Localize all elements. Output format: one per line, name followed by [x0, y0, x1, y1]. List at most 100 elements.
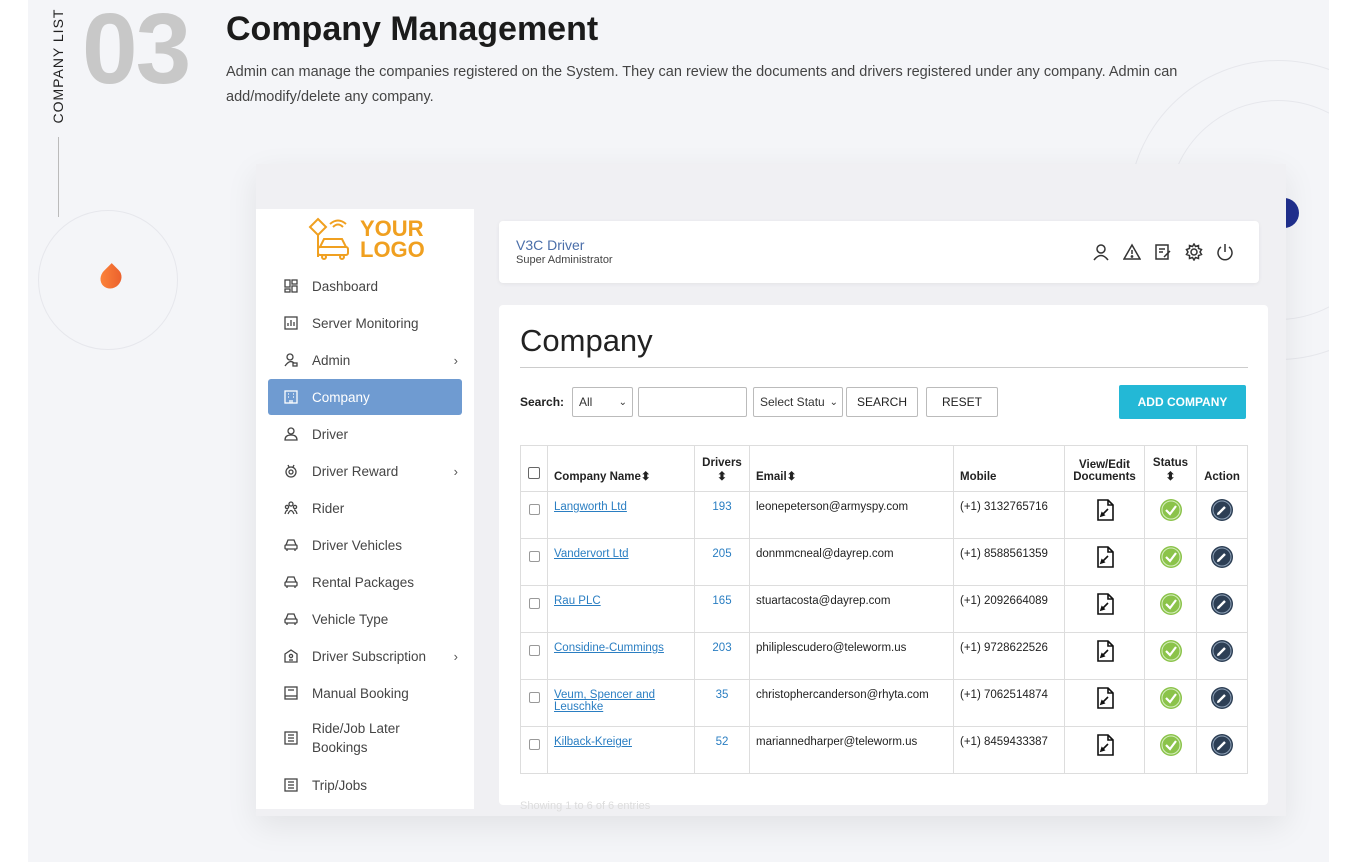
header-drivers[interactable]: Drivers ⬍ — [694, 445, 750, 492]
top-header: V3C Driver Super Administrator — [499, 221, 1259, 283]
section-number: 03 — [82, 0, 191, 105]
table-footer: Showing 1 to 6 of 6 entries — [520, 800, 651, 812]
company-link[interactable]: Langworth Ltd — [554, 501, 627, 513]
drivers-count-link[interactable]: 193 — [712, 501, 731, 513]
check-circle-icon[interactable] — [1159, 639, 1183, 663]
document-edit-icon[interactable] — [1093, 686, 1117, 710]
row-checkbox[interactable] — [528, 551, 540, 562]
status-select[interactable]: Select Statu ⌄ — [753, 387, 843, 417]
action-cell — [1196, 726, 1248, 774]
drivers-count-link[interactable]: 165 — [712, 595, 731, 607]
document-edit-icon[interactable] — [1093, 545, 1117, 569]
profile-icon[interactable] — [1092, 243, 1110, 261]
add-company-button[interactable]: ADD COMPANY — [1119, 385, 1246, 419]
sidebar-item-rental-packages[interactable]: Rental Packages — [268, 564, 462, 600]
row-checkbox[interactable] — [528, 739, 540, 750]
documents-cell — [1064, 585, 1145, 633]
search-button[interactable]: SEARCH — [846, 387, 918, 417]
action-cell — [1196, 491, 1248, 539]
company-cell: Vandervort Ltd — [547, 538, 695, 586]
edit-pencil-icon[interactable] — [1210, 592, 1234, 616]
edit-pencil-icon[interactable] — [1210, 545, 1234, 569]
check-circle-icon[interactable] — [1159, 686, 1183, 710]
car-icon — [284, 612, 298, 626]
row-checkbox[interactable] — [528, 504, 540, 515]
user-role: Super Administrator — [516, 254, 613, 266]
select-all-checkbox[interactable] — [528, 467, 540, 479]
settings-icon[interactable] — [1185, 243, 1203, 261]
page: COMPANY LIST 03 Company Management Admin… — [0, 0, 1359, 862]
sidebar-item-admin[interactable]: Admin › — [268, 342, 462, 378]
select-all-cell — [520, 445, 548, 492]
sidebar-item-driver-vehicles[interactable]: Driver Vehicles — [268, 527, 462, 563]
check-circle-icon[interactable] — [1159, 592, 1183, 616]
check-circle-icon[interactable] — [1159, 733, 1183, 757]
document-edit-icon[interactable] — [1093, 592, 1117, 616]
document-edit-icon[interactable] — [1093, 639, 1117, 663]
row-checkbox[interactable] — [528, 692, 540, 703]
sidebar-item-company[interactable]: Company — [268, 379, 462, 415]
check-circle-icon[interactable] — [1159, 498, 1183, 522]
header-email[interactable]: Email⬍ — [749, 445, 954, 492]
status-cell — [1144, 538, 1197, 586]
sidebar-item-driver-reward[interactable]: Driver Reward › — [268, 453, 462, 489]
car-icon — [284, 575, 298, 589]
sidebar-item-label: Ride/Job Later Bookings — [312, 721, 400, 755]
company-link[interactable]: Vandervort Ltd — [554, 548, 629, 560]
vertical-section-label: COMPANY LIST — [50, 8, 66, 124]
action-cell — [1196, 538, 1248, 586]
edit-pencil-icon[interactable] — [1210, 498, 1234, 522]
header-company[interactable]: Company Name⬍ — [547, 445, 695, 492]
company-link[interactable]: Kilback-Kreiger — [554, 736, 632, 748]
sidebar-item-driver-subscription[interactable]: Driver Subscription › — [268, 638, 462, 674]
power-icon[interactable] — [1216, 243, 1234, 261]
sidebar-item-rider[interactable]: Rider — [268, 490, 462, 526]
app-screenshot: YOUR LOGO Dashboard Server Monitoring Admi… — [256, 164, 1286, 816]
edit-icon[interactable] — [1154, 243, 1172, 261]
company-link[interactable]: Rau PLC — [554, 595, 601, 607]
filter-select[interactable]: All ⌄ — [572, 387, 633, 417]
drivers-count-link[interactable]: 205 — [712, 548, 731, 560]
search-input[interactable] — [638, 387, 747, 417]
status-cell — [1144, 491, 1197, 539]
row-checkbox[interactable] — [528, 598, 540, 609]
mobile-cell: (+1) 7062514874 — [953, 679, 1065, 727]
drivers-count-link[interactable]: 35 — [716, 689, 729, 701]
sidebar-item-dashboard[interactable]: Dashboard — [268, 268, 462, 304]
company-link[interactable]: Veum, Spencer and Leuschke — [554, 689, 655, 713]
company-table: Company Name⬍ Drivers ⬍ Email⬍ Mobile Vie… — [520, 445, 1248, 774]
row-select-cell — [520, 632, 548, 680]
table-row: Veum, Spencer and Leuschke 35 christopherc… — [520, 679, 1248, 727]
subscription-icon — [284, 649, 298, 663]
chevron-right-icon: › — [453, 463, 458, 479]
drivers-cell: 165 — [694, 585, 750, 633]
sidebar-item-driver[interactable]: Driver — [268, 416, 462, 452]
sidebar-item-label: Company — [312, 389, 370, 405]
document-edit-icon[interactable] — [1093, 498, 1117, 522]
check-circle-icon[interactable] — [1159, 545, 1183, 569]
divider — [58, 137, 59, 217]
row-checkbox[interactable] — [528, 645, 540, 656]
header-status[interactable]: Status ⬍ — [1144, 445, 1197, 492]
mobile-cell: (+1) 8459433387 — [953, 726, 1065, 774]
document-edit-icon[interactable] — [1093, 733, 1117, 757]
sidebar-item-vehicle-type[interactable]: Vehicle Type — [268, 601, 462, 637]
edit-pencil-icon[interactable] — [1210, 733, 1234, 757]
user-icon — [284, 427, 298, 441]
section-description: Admin can manage the companies registere… — [226, 64, 1178, 105]
company-cell: Veum, Spencer and Leuschke — [547, 679, 695, 727]
edit-pencil-icon[interactable] — [1210, 639, 1234, 663]
sidebar-item-server-monitoring[interactable]: Server Monitoring — [268, 305, 462, 341]
reset-button[interactable]: RESET — [926, 387, 998, 417]
alert-icon[interactable] — [1123, 243, 1141, 261]
email-cell: donmmcneal@dayrep.com — [749, 538, 954, 586]
mobile-cell: (+1) 9728622526 — [953, 632, 1065, 680]
drivers-count-link[interactable]: 52 — [716, 736, 729, 748]
sidebar-item-trip-jobs[interactable]: Trip/Jobs — [268, 767, 462, 803]
sidebar-item-manual-booking[interactable]: Manual Booking — [268, 675, 462, 711]
edit-pencil-icon[interactable] — [1210, 686, 1234, 710]
drivers-count-link[interactable]: 203 — [712, 642, 731, 654]
sort-icon: ⬍ — [786, 471, 797, 483]
company-link[interactable]: Considine-Cummings — [554, 642, 664, 654]
sidebar-item-ride-job-later-bookings[interactable]: Ride/Job Later Bookings — [268, 717, 462, 759]
